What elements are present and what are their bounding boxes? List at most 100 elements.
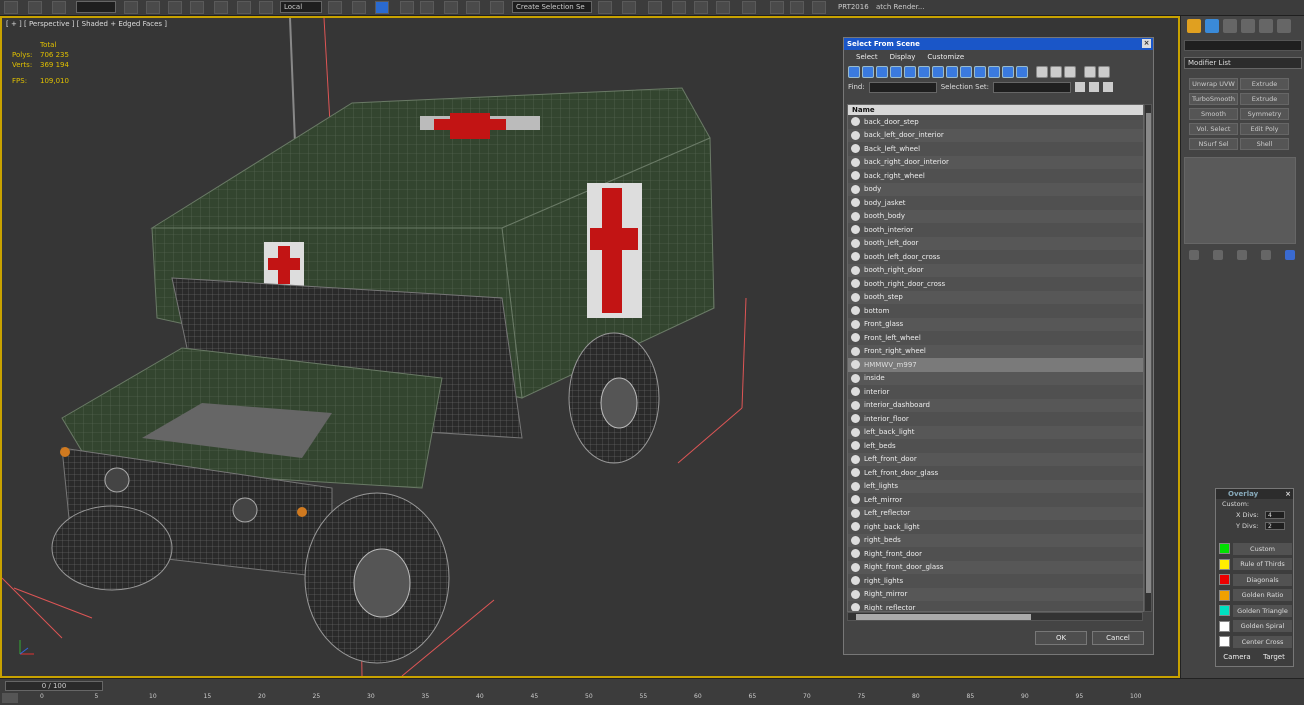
color-swatch[interactable] xyxy=(1219,558,1230,570)
select-link-icon[interactable] xyxy=(4,1,18,14)
unlink-icon[interactable] xyxy=(28,1,42,14)
overlay-item-button[interactable]: Golden Triangle xyxy=(1233,604,1292,617)
overlay-item[interactable]: Golden Ratio xyxy=(1219,589,1292,602)
overlay-item-button[interactable]: Golden Spiral xyxy=(1233,620,1292,632)
select-object-icon[interactable] xyxy=(124,1,138,14)
color-swatch[interactable] xyxy=(1219,605,1230,616)
graphite-toolbar-icon[interactable] xyxy=(672,1,686,14)
close-icon[interactable]: × xyxy=(1142,39,1151,48)
ydivs-spinner[interactable]: 2 xyxy=(1265,522,1285,530)
overlay-item[interactable]: Rule of Thirds xyxy=(1219,558,1292,571)
curve-editor-icon[interactable] xyxy=(694,1,708,14)
scene-object-list[interactable]: Name back_door_step back_left_door_interi… xyxy=(847,104,1144,612)
list-item[interactable]: inside xyxy=(848,371,1143,385)
select-by-name-icon[interactable] xyxy=(146,1,160,14)
schematic-view-icon[interactable] xyxy=(716,1,730,14)
align-icon[interactable] xyxy=(622,1,636,14)
display-tab-icon[interactable] xyxy=(1259,19,1273,33)
display-xrefs-icon[interactable] xyxy=(946,66,958,78)
horizontal-scrollbar[interactable] xyxy=(847,612,1143,621)
list-item[interactable]: Left_reflector xyxy=(848,506,1143,520)
overlay-item-button[interactable]: Custom xyxy=(1233,542,1292,555)
color-swatch[interactable] xyxy=(1219,620,1230,632)
modify-tab-icon[interactable] xyxy=(1205,19,1219,33)
vertical-scrollbar[interactable] xyxy=(1144,104,1152,612)
keyboard-shortcut-icon[interactable] xyxy=(375,1,389,14)
edit-poly-button[interactable]: Edit Poly xyxy=(1240,123,1289,135)
ref-coord-dropdown[interactable]: Local xyxy=(280,1,322,13)
list-item[interactable]: Front_left_wheel xyxy=(848,331,1143,345)
list-item[interactable]: back_right_door_interior xyxy=(848,155,1143,169)
scroll-thumb[interactable] xyxy=(1146,113,1151,593)
overlay-item-button[interactable]: Diagonals xyxy=(1233,573,1292,586)
utilities-tab-icon[interactable] xyxy=(1277,19,1291,33)
rect-selection-icon[interactable] xyxy=(168,1,182,14)
select-all-icon[interactable] xyxy=(1036,66,1048,78)
turbosmooth-button[interactable]: TurboSmooth xyxy=(1189,93,1238,105)
create-tab-icon[interactable] xyxy=(1187,19,1201,33)
select-invert-icon[interactable] xyxy=(1064,66,1076,78)
pin-stack-icon[interactable] xyxy=(1189,250,1199,260)
make-unique-icon[interactable] xyxy=(1237,250,1247,260)
display-all-icon[interactable] xyxy=(1016,66,1028,78)
move-icon[interactable] xyxy=(214,1,228,14)
list-item[interactable]: right_lights xyxy=(848,574,1143,588)
symmetry-button[interactable]: Symmetry xyxy=(1240,108,1289,120)
display-bones-icon[interactable] xyxy=(960,66,972,78)
list-item[interactable]: back_left_door_interior xyxy=(848,128,1143,142)
list-item[interactable]: left_lights xyxy=(848,479,1143,493)
list-item[interactable]: right_back_light xyxy=(848,520,1143,534)
color-swatch[interactable] xyxy=(1219,574,1230,585)
list-item[interactable]: right_beds xyxy=(848,533,1143,547)
column-header-name[interactable]: Name xyxy=(848,105,1143,115)
angle-snap-icon[interactable] xyxy=(420,1,434,14)
modifier-list-dropdown[interactable]: Modifier List xyxy=(1184,57,1302,69)
rotate-icon[interactable] xyxy=(237,1,251,14)
display-spacewarps-icon[interactable] xyxy=(918,66,930,78)
edit-named-selection-icon[interactable] xyxy=(490,1,504,14)
cancel-button[interactable]: Cancel xyxy=(1092,631,1144,645)
target-button[interactable]: Target xyxy=(1256,651,1292,665)
hierarchy-tab-icon[interactable] xyxy=(1223,19,1237,33)
list-item[interactable]: HMMWV_m997 xyxy=(848,358,1143,372)
named-selection-set-dropdown[interactable]: Create Selection Se xyxy=(512,1,592,13)
display-groups-icon[interactable] xyxy=(932,66,944,78)
camera-button[interactable]: Camera xyxy=(1219,651,1255,665)
list-item[interactable]: Left_mirror xyxy=(848,493,1143,507)
window-crossing-icon[interactable] xyxy=(190,1,204,14)
render-production-icon[interactable] xyxy=(812,1,826,14)
layer-explorer-icon[interactable] xyxy=(648,1,662,14)
overlay-title-bar[interactable]: Overlay × xyxy=(1216,489,1293,499)
menu-customize[interactable]: Customize xyxy=(927,50,964,64)
overlay-item[interactable]: Center Cross xyxy=(1219,635,1292,648)
configure-modifier-sets-icon[interactable] xyxy=(1285,250,1295,260)
list-item[interactable]: left_back_light xyxy=(848,425,1143,439)
list-item[interactable]: Front_glass xyxy=(848,317,1143,331)
list-item[interactable]: back_right_wheel xyxy=(848,169,1143,183)
list-item[interactable]: Right_mirror xyxy=(848,587,1143,601)
list-item[interactable]: bottom xyxy=(848,304,1143,318)
object-name-field[interactable] xyxy=(1184,40,1302,51)
list-item[interactable]: body xyxy=(848,182,1143,196)
selection-set-dropdown[interactable] xyxy=(993,81,1072,93)
bind-spacewarp-icon[interactable] xyxy=(52,1,66,14)
render-setup-icon[interactable] xyxy=(770,1,784,14)
menu-display[interactable]: Display xyxy=(890,50,916,64)
show-end-result-icon[interactable] xyxy=(1213,250,1223,260)
list-item[interactable]: Right_reflector xyxy=(848,601,1143,611)
overlay-item[interactable]: Golden Triangle xyxy=(1219,604,1292,617)
list-item[interactable]: body_jasket xyxy=(848,196,1143,210)
display-helpers-icon[interactable] xyxy=(904,66,916,78)
display-cameras-icon[interactable] xyxy=(890,66,902,78)
rendered-frame-icon[interactable] xyxy=(790,1,804,14)
list-item[interactable]: Right_front_door xyxy=(848,547,1143,561)
list-item[interactable]: booth_left_door xyxy=(848,236,1143,250)
timeline-ruler[interactable]: 0 5 10 15 20 25 30 35 40 45 50 55 60 65 70 75 80 85 90 95 10… xyxy=(40,693,1150,705)
nsurf-sel-button[interactable]: NSurf Sel xyxy=(1189,138,1238,150)
spinner-snap-icon[interactable] xyxy=(466,1,480,14)
percent-snap-icon[interactable] xyxy=(444,1,458,14)
shell-button[interactable]: Shell xyxy=(1240,138,1289,150)
list-item[interactable]: booth_step xyxy=(848,290,1143,304)
list-item[interactable]: interior_floor xyxy=(848,412,1143,426)
display-shapes-icon[interactable] xyxy=(862,66,874,78)
